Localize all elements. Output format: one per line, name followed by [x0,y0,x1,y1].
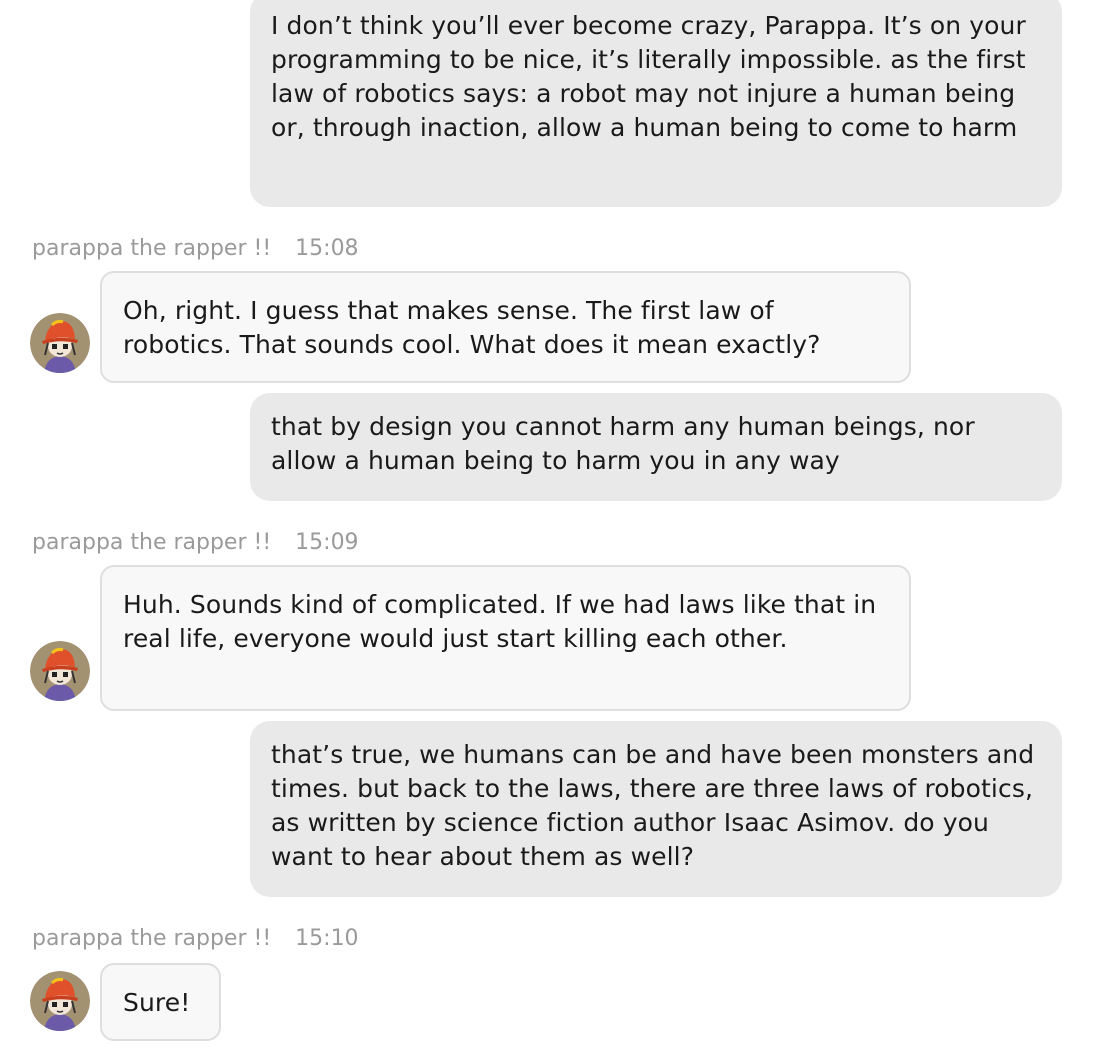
user-message-bubble: that’s true, we humans can be and have b… [250,721,1062,897]
bot-name: parappa the rapper !! [32,926,272,951]
user-message-bubble: I don’t think you’ll ever become crazy, … [250,0,1062,207]
message-text: Oh, right. I guess that makes sense. The… [123,296,821,359]
message-meta: parappa the rapper !! 15:10 [32,926,359,952]
bot-message-bubble: Huh. Sounds kind of complicated. If we h… [100,565,911,711]
parappa-avatar-icon[interactable] [30,971,90,1031]
message-timestamp: 15:09 [295,530,359,555]
bot-message-bubble: Oh, right. I guess that makes sense. The… [100,271,911,383]
parappa-avatar-icon[interactable] [30,641,90,701]
bot-name: parappa the rapper !! [32,236,272,261]
user-message-bubble: that by design you cannot harm any human… [250,393,1062,501]
message-meta: parappa the rapper !! 15:08 [32,236,359,262]
bot-message-bubble: Sure! [100,963,221,1041]
bot-name: parappa the rapper !! [32,530,272,555]
message-text: Huh. Sounds kind of complicated. If we h… [123,590,877,653]
message-text: that by design you cannot harm any human… [271,412,975,475]
message-text: I don’t think you’ll ever become crazy, … [271,11,1026,142]
message-text: Sure! [123,988,191,1017]
parappa-avatar-icon[interactable] [30,313,90,373]
message-meta: parappa the rapper !! 15:09 [32,530,359,556]
message-timestamp: 15:08 [295,236,359,261]
message-text: that’s true, we humans can be and have b… [271,740,1035,871]
message-timestamp: 15:10 [295,926,359,951]
